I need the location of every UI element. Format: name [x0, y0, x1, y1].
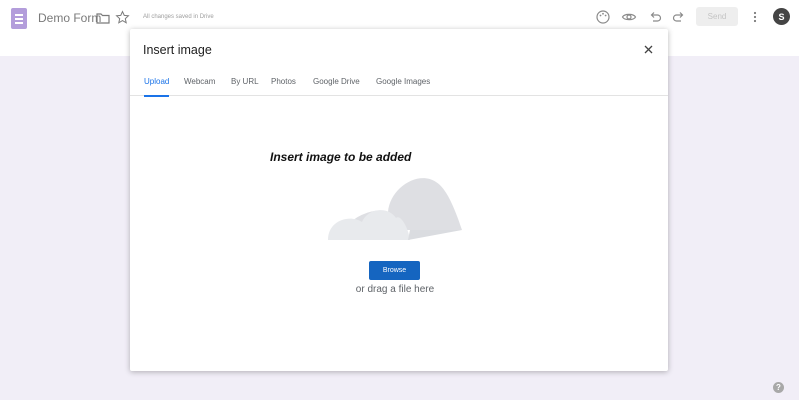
browse-button[interactable]: Browse — [369, 261, 420, 280]
tab-by-url[interactable]: By URL — [231, 77, 259, 96]
help-icon[interactable]: ? — [773, 382, 784, 393]
redo-icon[interactable] — [671, 9, 687, 25]
close-icon[interactable] — [642, 43, 655, 56]
forms-logo-icon[interactable] — [11, 8, 27, 29]
dialog-title: Insert image — [143, 43, 212, 57]
tab-google-drive[interactable]: Google Drive — [313, 77, 360, 96]
drag-drop-hint: or drag a file here — [355, 284, 435, 295]
tab-google-images[interactable]: Google Images — [376, 77, 430, 96]
preview-eye-icon[interactable] — [621, 9, 637, 25]
more-vert-icon[interactable] — [751, 9, 759, 25]
form-title[interactable]: Demo Form — [38, 11, 101, 25]
tab-upload[interactable]: Upload — [144, 77, 170, 97]
tab-bar: Upload Webcam By URL Photos Google Drive… — [130, 77, 668, 97]
tab-photos[interactable]: Photos — [271, 77, 296, 96]
star-icon[interactable] — [115, 10, 130, 25]
send-button[interactable]: Send — [696, 7, 738, 26]
insert-image-dialog: Insert image Upload Webcam By URL Photos… — [130, 29, 668, 371]
undo-icon[interactable] — [647, 9, 663, 25]
upload-caption: Insert image to be added — [270, 150, 412, 164]
account-avatar[interactable]: S — [773, 8, 790, 25]
page: Demo Form All changes saved in Drive Sen… — [0, 0, 799, 400]
tab-webcam[interactable]: Webcam — [184, 77, 215, 96]
cloud-upload-icon — [328, 178, 462, 240]
save-status: All changes saved in Drive — [143, 14, 214, 20]
palette-icon[interactable] — [595, 9, 611, 25]
folder-icon[interactable] — [96, 12, 110, 24]
